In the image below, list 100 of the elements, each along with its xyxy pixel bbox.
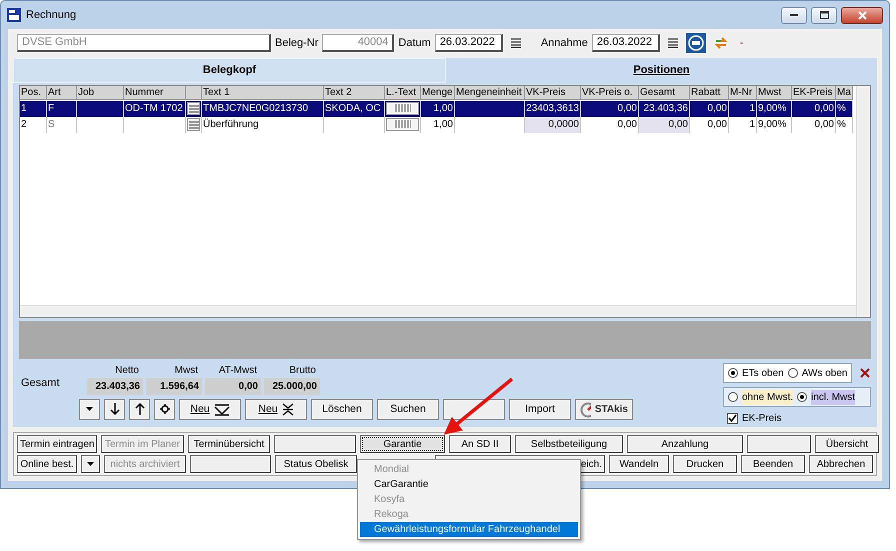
totals-label: Gesamt (20, 376, 61, 390)
up-arrow-button[interactable] (129, 399, 150, 420)
action-button[interactable]: Beenden (741, 455, 805, 473)
text-button[interactable] (386, 118, 419, 131)
caret-button[interactable] (79, 399, 100, 420)
blank-button[interactable] (747, 435, 811, 453)
table-cell: 0,00 (618, 119, 637, 130)
radio-label: ETs oben (742, 366, 784, 380)
toolbar-button[interactable]: Löschen (311, 399, 373, 420)
annahme-label: Annahme (540, 36, 588, 51)
checkbox-label: EK-Preis (742, 412, 782, 426)
total-value: 0,00 (205, 378, 261, 395)
vertical-scrollbar[interactable] (856, 86, 870, 317)
column-header: VK-Preis o. (581, 86, 639, 100)
action-button[interactable]: Abbrechen (809, 455, 873, 473)
action-button[interactable]: Garantie (360, 435, 445, 453)
tab[interactable]: Belegkopf (13, 58, 446, 83)
app-icon (7, 8, 21, 22)
down-arrow-button[interactable] (104, 399, 125, 420)
table-row[interactable]: 2 S Überführung 1,00 0,0000 0,00 0,00 0,00 1 9,00% 0,00 % (20, 117, 853, 133)
table-cell: 0,00 (708, 103, 727, 114)
menu-item[interactable]: CarGarantie (360, 477, 578, 492)
annotation-arrow (444, 378, 514, 435)
table-cell: % (837, 119, 846, 130)
action-button[interactable]: Terminübersicht (188, 435, 270, 453)
close-button[interactable] (841, 6, 883, 24)
table-cell: OD-TM 1702 (125, 103, 183, 114)
list-icon[interactable] (668, 38, 678, 48)
action-button[interactable]: Drucken (673, 455, 737, 473)
gear-button[interactable] (154, 399, 175, 420)
text-button[interactable] (386, 102, 419, 115)
total-value: 23.403,36 (87, 378, 143, 395)
column-header: Text 2 (324, 86, 385, 100)
insert-between-icon (282, 403, 294, 416)
list-button[interactable] (187, 102, 200, 115)
column-header: Text 1 (202, 86, 324, 100)
radio-label: AWs oben (802, 366, 848, 380)
action-button[interactable]: Anzahlung (627, 435, 743, 453)
action-button[interactable]: Termin eintragen (17, 435, 97, 453)
new-button[interactable]: Neu (245, 399, 307, 420)
action-button[interactable]: An SD II (449, 435, 511, 453)
total-value: 1.596,64 (146, 378, 202, 395)
list-button[interactable] (187, 118, 200, 131)
radio-button[interactable] (728, 392, 738, 402)
table-cell: 0,00 (814, 103, 834, 114)
close-icon (858, 10, 866, 20)
logo-icon (580, 402, 591, 418)
table-row[interactable]: 1 F OD-TM 1702 TMBJC7NE0G0213730 SKODA, OC 1,00 23403,3613 0,00 23.403,36 0,00 1 9,00% 0,00 % (20, 101, 853, 117)
new-button[interactable]: Neu (179, 399, 241, 420)
table-cell: F (48, 103, 54, 114)
list-icon (188, 104, 198, 112)
menu-item[interactable]: Gewährleistungsformular Fahrzeughandel (360, 522, 578, 537)
column-header: Mengeneinheit (455, 86, 525, 100)
table-cell: 1 (749, 119, 755, 130)
table-cell: TMBJC7NE0G0213730 (203, 103, 308, 114)
table-cell: 0,00 (668, 119, 688, 130)
table-cell: 23403,3613 (526, 103, 579, 114)
action-button[interactable]: Selbstbeteiligung (515, 435, 623, 453)
radio-label: ohne Mwst. (742, 390, 794, 404)
dropdown-button[interactable] (81, 455, 100, 473)
minimize-button[interactable] (781, 6, 807, 24)
total-label: Brutto (289, 364, 317, 378)
blank-button[interactable] (443, 399, 505, 420)
table-cell: 2 (21, 119, 27, 130)
date-field[interactable]: 26.03.2022 (592, 34, 660, 52)
datum-label: Datum (398, 36, 431, 51)
gear-icon (160, 404, 170, 414)
table-cell: S (48, 119, 55, 130)
list-icon[interactable] (510, 38, 521, 48)
window-title: Rechnung (26, 8, 76, 23)
table-cell: 9,00% (758, 119, 786, 130)
checkbox[interactable] (727, 413, 738, 424)
total-label: Netto (115, 364, 140, 378)
blank-button[interactable] (274, 435, 356, 453)
column-header: Mwst (757, 86, 792, 100)
table-cell: SKODA, OC (325, 103, 381, 114)
maximize-icon (820, 11, 828, 19)
column-header: Gesamt (639, 86, 690, 100)
radio-button[interactable] (728, 368, 738, 378)
column-header: VK-Preis (525, 86, 581, 100)
action-button[interactable]: Status Obelisk (275, 455, 357, 473)
radio-button[interactable] (797, 392, 808, 402)
stakis-button[interactable]: STAkis (575, 399, 633, 420)
toolbar-button[interactable]: Import (509, 399, 571, 420)
swap-arrows-icon[interactable] (714, 36, 728, 50)
toolbar-button[interactable]: Suchen (377, 399, 439, 420)
minimize-icon (790, 14, 798, 16)
date-field[interactable]: 26.03.2022 (434, 34, 503, 52)
blank-button[interactable] (190, 455, 271, 473)
table-cell: 23.403,36 (644, 103, 688, 114)
radio-button[interactable] (788, 368, 798, 378)
maximize-button[interactable] (811, 6, 837, 24)
action-button[interactable]: Online best. (17, 455, 77, 473)
action-button[interactable]: Wandeln (609, 455, 669, 473)
column-header: Job (77, 86, 124, 100)
text-lines-icon (392, 120, 412, 129)
close-icon[interactable] (860, 368, 870, 378)
horizontal-scrollbar[interactable] (20, 305, 856, 317)
action-button[interactable]: Übersicht (815, 435, 879, 453)
table-cell: 0,00 (814, 119, 834, 130)
